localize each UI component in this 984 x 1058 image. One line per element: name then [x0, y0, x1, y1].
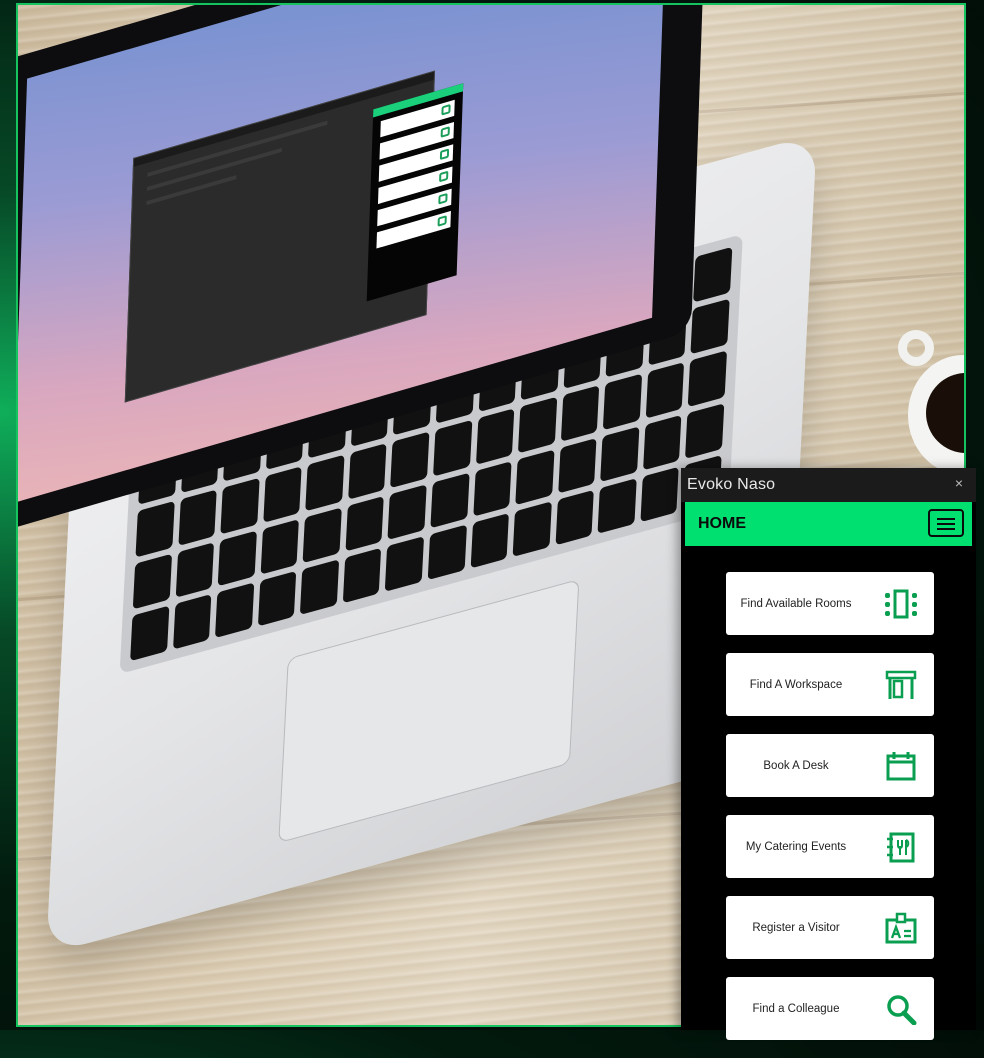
book-a-desk-button[interactable]: Book A Desk	[726, 734, 934, 797]
tile-label: Find Available Rooms	[740, 597, 852, 610]
home-tiles: Find Available Rooms Find A Workspace Bo…	[726, 572, 934, 1058]
keyboard-key	[603, 373, 642, 430]
keyboard-key	[342, 547, 382, 604]
keyboard-key	[387, 483, 427, 540]
coffee-cup-handle	[898, 330, 934, 366]
home-header: HOME	[685, 502, 972, 546]
window-title: Evoko Naso	[687, 476, 776, 493]
search-icon	[884, 993, 918, 1025]
tile-label: Book A Desk	[763, 759, 829, 772]
keyboard-key	[177, 489, 217, 546]
close-icon[interactable]: ×	[952, 476, 966, 490]
keyboard-key	[557, 437, 597, 494]
keyboard-key	[518, 397, 557, 453]
keyboard-key	[475, 408, 515, 465]
keyboard-key	[427, 524, 467, 581]
register-a-visitor-button[interactable]: Register a Visitor	[726, 896, 934, 959]
keyboard-key	[385, 535, 425, 592]
catering-icon	[884, 831, 918, 863]
screen-app-window	[124, 70, 464, 403]
keyboard-key	[257, 570, 297, 627]
keyboard-key	[262, 466, 302, 523]
window-titlebar: Evoko Naso ×	[681, 468, 976, 502]
keyboard-key	[560, 385, 600, 442]
my-catering-events-button[interactable]: My Catering Events	[726, 815, 934, 878]
keyboard-key	[215, 582, 255, 639]
find-a-colleague-button[interactable]: Find a Colleague	[726, 977, 934, 1040]
keyboard-key	[597, 477, 637, 534]
find-available-rooms-button[interactable]: Find Available Rooms	[726, 572, 934, 635]
tile-label: Find A Workspace	[749, 678, 843, 691]
keyboard-key	[470, 512, 510, 569]
keyboard-key	[172, 593, 212, 650]
keyboard-key	[515, 449, 555, 505]
keyboard-key	[305, 455, 345, 511]
keyboard-key	[512, 501, 552, 557]
coffee-cup	[898, 330, 964, 485]
keyboard-key	[600, 425, 640, 482]
keyboard-key	[430, 472, 470, 529]
screen-evoko-panel	[366, 83, 464, 302]
keyboard-key	[132, 553, 172, 610]
workspace-icon	[884, 669, 918, 701]
keyboard-key	[220, 478, 260, 535]
keyboard-key	[135, 501, 175, 558]
keyboard-key	[217, 530, 257, 587]
keyboard-key	[302, 507, 342, 563]
keyboard-key	[690, 298, 730, 355]
keyboard-key	[645, 362, 685, 419]
keyboard-key	[345, 495, 385, 552]
hamburger-menu-icon[interactable]	[928, 509, 964, 537]
tile-label: Find a Colleague	[752, 1002, 840, 1015]
page-title: HOME	[698, 515, 746, 532]
keyboard-key	[300, 559, 340, 615]
keyboard-key	[260, 518, 300, 575]
keyboard-key	[348, 443, 387, 500]
calendar-icon	[884, 750, 918, 782]
keyboard-key	[555, 489, 595, 546]
find-a-workspace-button[interactable]: Find A Workspace	[726, 653, 934, 716]
tile-label: My Catering Events	[745, 840, 847, 853]
keyboard-key	[693, 246, 733, 303]
screen-window-row	[146, 175, 237, 206]
visitor-badge-icon	[884, 912, 918, 944]
keyboard-key	[175, 541, 215, 598]
evoko-naso-panel: Evoko Naso × HOME Find Available Rooms F…	[681, 468, 976, 1040]
room-icon	[884, 588, 918, 620]
keyboard-key	[685, 402, 725, 459]
tile-label: Register a Visitor	[752, 921, 840, 934]
keyboard-key	[642, 414, 682, 471]
keyboard-key	[130, 605, 169, 662]
keyboard-key	[390, 431, 430, 488]
keyboard-key	[433, 420, 472, 477]
keyboard-key	[472, 460, 512, 517]
keyboard-key	[688, 350, 728, 407]
keyboard-key	[640, 466, 680, 523]
